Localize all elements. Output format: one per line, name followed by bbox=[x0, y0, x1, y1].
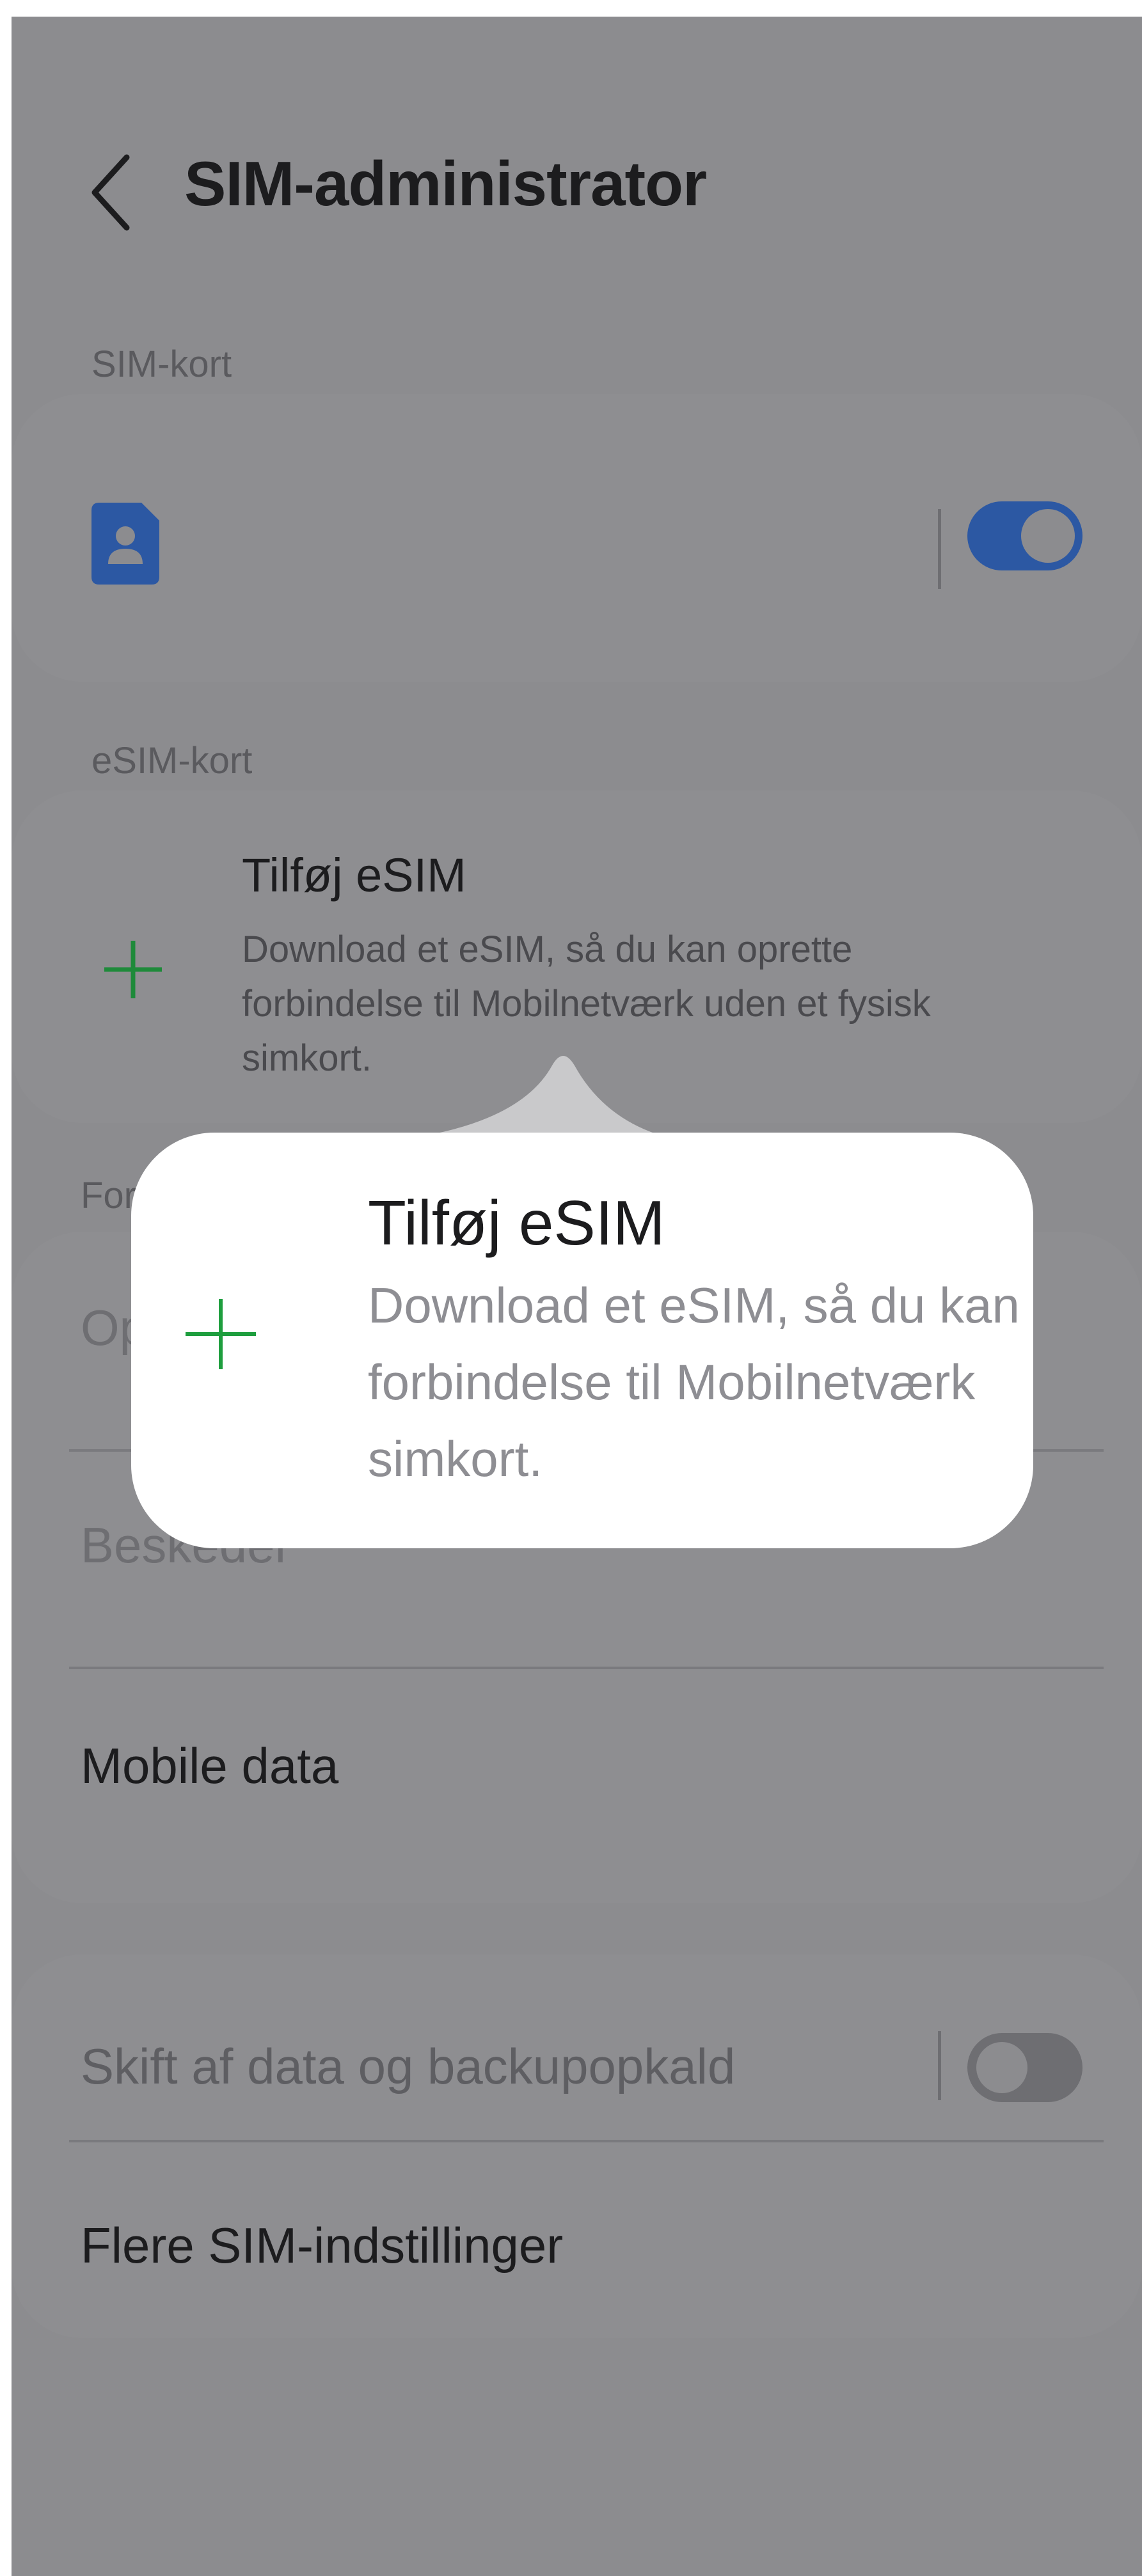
sim-section-label: SIM-kort bbox=[91, 343, 232, 385]
divider bbox=[69, 2140, 1104, 2142]
data-backup-switch-label: Skift af data og backupopkald bbox=[81, 2038, 736, 2094]
dimmed-screen: SIM-administrator SIM-kort eSIM-kort Til… bbox=[12, 17, 1142, 2576]
chevron-left-icon bbox=[91, 154, 130, 231]
zoom-title: Tilføj eSIM bbox=[368, 1188, 665, 1258]
toggle-divider bbox=[938, 509, 941, 589]
zoom-desc-line: forbindelse til Mobilnetværk bbox=[368, 1354, 976, 1410]
toggle-knob bbox=[1021, 509, 1075, 563]
zoom-desc-line: Download et eSIM, så du kan bbox=[368, 1277, 1020, 1333]
mobile-data-row[interactable]: Mobile data bbox=[81, 1737, 338, 1795]
zoom-desc-line: simkort. bbox=[368, 1431, 543, 1487]
plus-icon bbox=[182, 1296, 259, 1372]
toggle-knob bbox=[976, 2042, 1027, 2093]
backup-settings-card bbox=[12, 1954, 1142, 2338]
plus-icon bbox=[101, 938, 165, 1001]
sim-card-icon bbox=[91, 503, 159, 585]
add-esim-desc-line: Download et eSIM, så du kan oprette bbox=[242, 929, 853, 970]
zoom-magnifier-popup: Tilføj eSIM Download et eSIM, så du kan … bbox=[131, 1133, 1033, 1548]
back-button[interactable] bbox=[82, 145, 139, 240]
divider bbox=[69, 1667, 1104, 1669]
esim-section-label: eSIM-kort bbox=[91, 740, 253, 781]
page-title: SIM-administrator bbox=[184, 148, 707, 219]
add-esim-title: Tilføj eSIM bbox=[242, 849, 466, 902]
add-esim-desc-line: forbindelse til Mobilnetværk uden et fys… bbox=[242, 983, 931, 1025]
data-backup-toggle[interactable] bbox=[967, 2033, 1083, 2102]
more-sim-settings-row[interactable]: Flere SIM-indstillinger bbox=[81, 2217, 563, 2275]
sim-toggle[interactable] bbox=[967, 501, 1083, 570]
toggle-divider bbox=[938, 2031, 941, 2100]
preferred-section-label: For bbox=[81, 1175, 136, 1216]
